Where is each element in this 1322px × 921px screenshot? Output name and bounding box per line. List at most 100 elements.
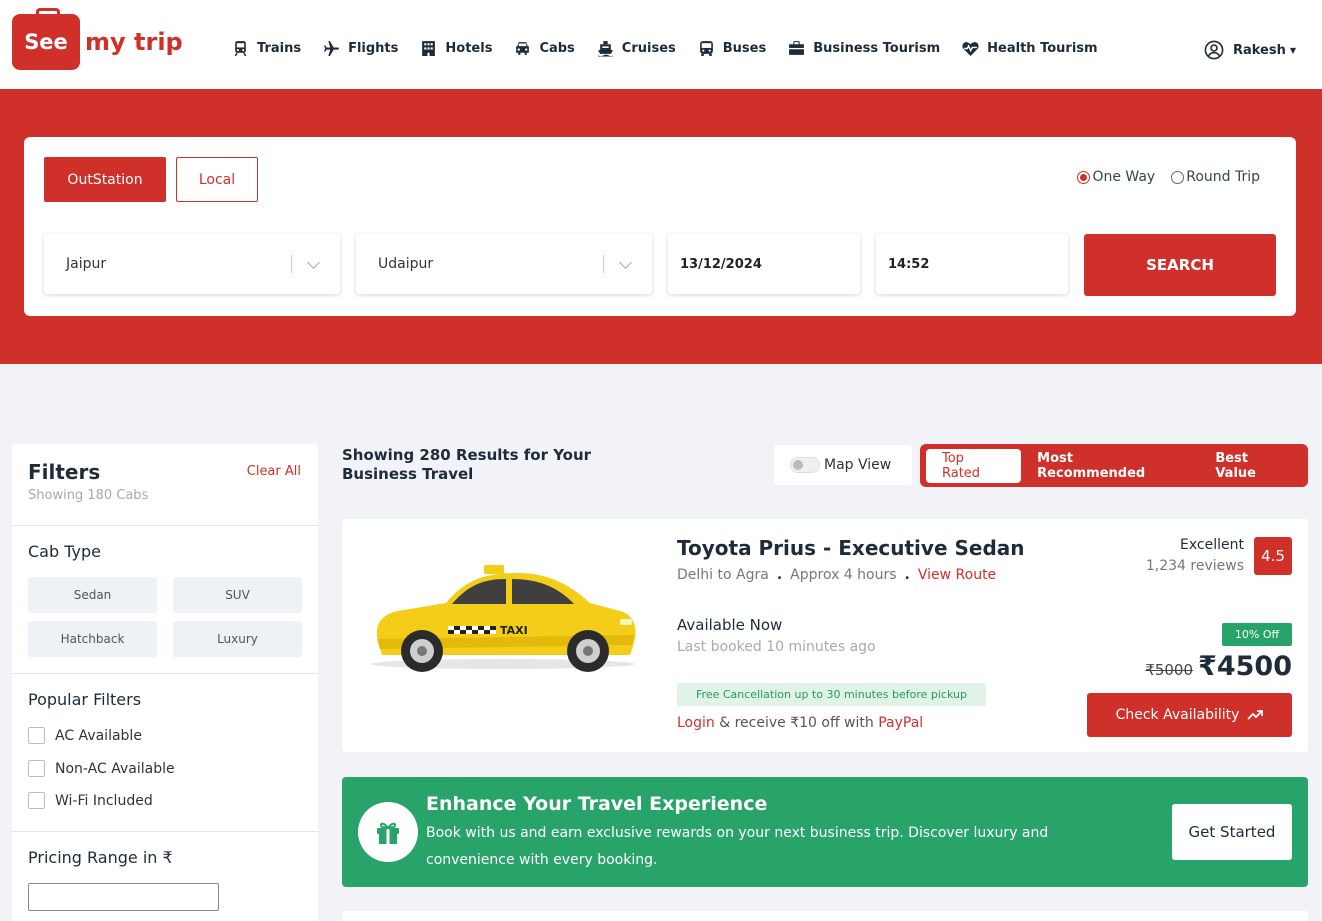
nav-health-tourism[interactable]: Health Tourism xyxy=(962,40,1098,57)
get-started-button[interactable]: Get Started xyxy=(1172,804,1292,860)
top-header: See my trip Trains Flights Hotels Cabs C… xyxy=(0,0,1322,89)
search-button[interactable]: SEARCH xyxy=(1084,234,1276,296)
last-booked-text: Last booked 10 minutes ago xyxy=(677,639,876,655)
hotel-icon xyxy=(422,41,436,56)
nav-business-tourism[interactable]: Business Tourism xyxy=(788,40,940,57)
tab-local[interactable]: Local xyxy=(176,157,258,202)
divider xyxy=(12,673,318,674)
time-field[interactable]: 14:52 xyxy=(876,234,1068,294)
logo-mark: See xyxy=(12,8,80,70)
radio-one-way[interactable]: One Way xyxy=(1077,169,1155,185)
filters-panel: Filters Showing 180 Cabs Clear All Cab T… xyxy=(12,444,318,921)
nav-cabs[interactable]: Cabs xyxy=(514,40,575,57)
filter-non-ac-available[interactable]: Non-AC Available xyxy=(28,760,175,777)
pricing-range-heading: Pricing Range in ₹ xyxy=(28,848,173,867)
radio-dot-selected xyxy=(1077,170,1091,184)
checkbox[interactable] xyxy=(28,727,45,744)
user-menu[interactable]: Rakesh ▼ xyxy=(1204,40,1296,60)
filter-ac-available[interactable]: AC Available xyxy=(28,727,142,744)
chevron-down-icon xyxy=(307,256,320,269)
promo-banner: Enhance Your Travel Experience Book with… xyxy=(342,777,1308,887)
nav-label: Health Tourism xyxy=(987,41,1098,56)
gift-icon xyxy=(358,802,418,862)
clear-all-link[interactable]: Clear All xyxy=(247,464,301,479)
logo[interactable]: See my trip xyxy=(12,8,183,70)
toggle-switch[interactable] xyxy=(790,457,820,473)
to-select[interactable]: Udaipur xyxy=(356,234,652,294)
checkbox-label: Non-AC Available xyxy=(55,760,175,777)
promo-text: Book with us and earn exclusive rewards … xyxy=(426,825,1049,868)
divider xyxy=(12,525,318,526)
nav-label: Cruises xyxy=(621,41,676,56)
to-value: Udaipur xyxy=(378,256,434,272)
dot-separator: . xyxy=(904,567,910,583)
check-availability-button[interactable]: Check Availability xyxy=(1087,693,1292,737)
sort-top-rated[interactable]: Top Rated xyxy=(926,448,1022,483)
rating-label: Excellent xyxy=(1180,537,1244,553)
nav-hotels[interactable]: Hotels xyxy=(420,40,492,57)
from-select[interactable]: Jaipur xyxy=(44,234,340,294)
radio-dot xyxy=(1171,170,1185,184)
logo-text: my trip xyxy=(85,28,183,56)
heartbeat-icon xyxy=(962,42,979,56)
nav-buses[interactable]: Buses xyxy=(698,40,766,57)
review-count: 1,234 reviews xyxy=(1145,558,1244,574)
bus-icon xyxy=(699,41,713,56)
original-price: ₹5000 xyxy=(1145,661,1193,679)
taxi-image: TAXI xyxy=(371,565,636,672)
rating-badge: 4.5 xyxy=(1254,537,1292,575)
nav-label: Trains xyxy=(257,41,302,56)
route-text: Delhi to Agra xyxy=(677,567,769,583)
login-offer: Login & receive ₹10 off with PayPal xyxy=(677,715,923,731)
taxi-sign-text: TAXI xyxy=(500,624,528,637)
checkbox[interactable] xyxy=(28,792,45,809)
from-value: Jaipur xyxy=(66,256,107,272)
radio-round-trip[interactable]: Round Trip xyxy=(1171,169,1260,185)
filters-subtitle: Showing 180 Cabs xyxy=(28,488,149,503)
tab-outstation[interactable]: OutStation xyxy=(44,157,166,202)
sort-most-recommended[interactable]: Most Recommended xyxy=(1021,449,1199,483)
login-link[interactable]: Login xyxy=(677,715,715,731)
dot-separator: . xyxy=(776,567,783,583)
caret-down-icon: ▼ xyxy=(1289,45,1296,55)
price-range-input[interactable] xyxy=(28,883,219,911)
search-banner: OutStation Local One Way Round Trip Jaip… xyxy=(0,89,1322,364)
nav-trains[interactable]: Trains xyxy=(232,40,301,57)
car-route: Delhi to Agra . Approx 4 hours . View Ro… xyxy=(677,567,996,583)
discount-badge: 10% Off xyxy=(1222,623,1292,646)
button-label: Check Availability xyxy=(1115,707,1240,723)
divider xyxy=(12,831,318,832)
divider xyxy=(291,255,292,273)
cab-type-luxury[interactable]: Luxury xyxy=(173,621,302,657)
filters-title: Filters xyxy=(28,460,101,484)
checkbox[interactable] xyxy=(28,760,45,777)
train-icon xyxy=(234,41,247,56)
trending-up-icon xyxy=(1247,710,1264,720)
nav-flights[interactable]: Flights xyxy=(323,40,398,57)
nav-cruises[interactable]: Cruises xyxy=(597,40,676,57)
main-nav: Trains Flights Hotels Cabs Cruises Buses… xyxy=(232,40,1120,57)
time-value: 14:52 xyxy=(888,256,930,272)
chevron-down-icon xyxy=(619,256,632,269)
user-name: Rakesh xyxy=(1232,42,1286,58)
nav-label: Cabs xyxy=(539,41,575,56)
map-view-toggle[interactable]: Map View xyxy=(774,445,912,485)
date-value: 13/12/2024 xyxy=(680,256,762,272)
filter-wifi-included[interactable]: Wi-Fi Included xyxy=(28,792,153,809)
trip-type-group: One Way Round Trip xyxy=(1061,169,1260,185)
ship-icon xyxy=(597,41,613,57)
cab-type-suv[interactable]: SUV xyxy=(173,577,302,613)
paypal-link[interactable]: PayPal xyxy=(878,715,923,731)
login-offer-text: & receive ₹10 off with xyxy=(714,715,879,731)
user-circle-icon xyxy=(1204,40,1224,60)
cab-type-hatchback[interactable]: Hatchback xyxy=(28,621,157,657)
date-field[interactable]: 13/12/2024 xyxy=(668,234,860,294)
sort-best-value[interactable]: Best Value xyxy=(1199,449,1308,483)
radio-label: Round Trip xyxy=(1186,169,1260,185)
availability-status: Available Now xyxy=(677,616,783,634)
view-route-link[interactable]: View Route xyxy=(918,567,996,583)
cab-type-heading: Cab Type xyxy=(28,542,101,561)
nav-label: Hotels xyxy=(445,41,493,56)
cab-type-sedan[interactable]: Sedan xyxy=(28,577,157,613)
free-cancellation-badge: Free Cancellation up to 30 minutes befor… xyxy=(677,683,986,706)
